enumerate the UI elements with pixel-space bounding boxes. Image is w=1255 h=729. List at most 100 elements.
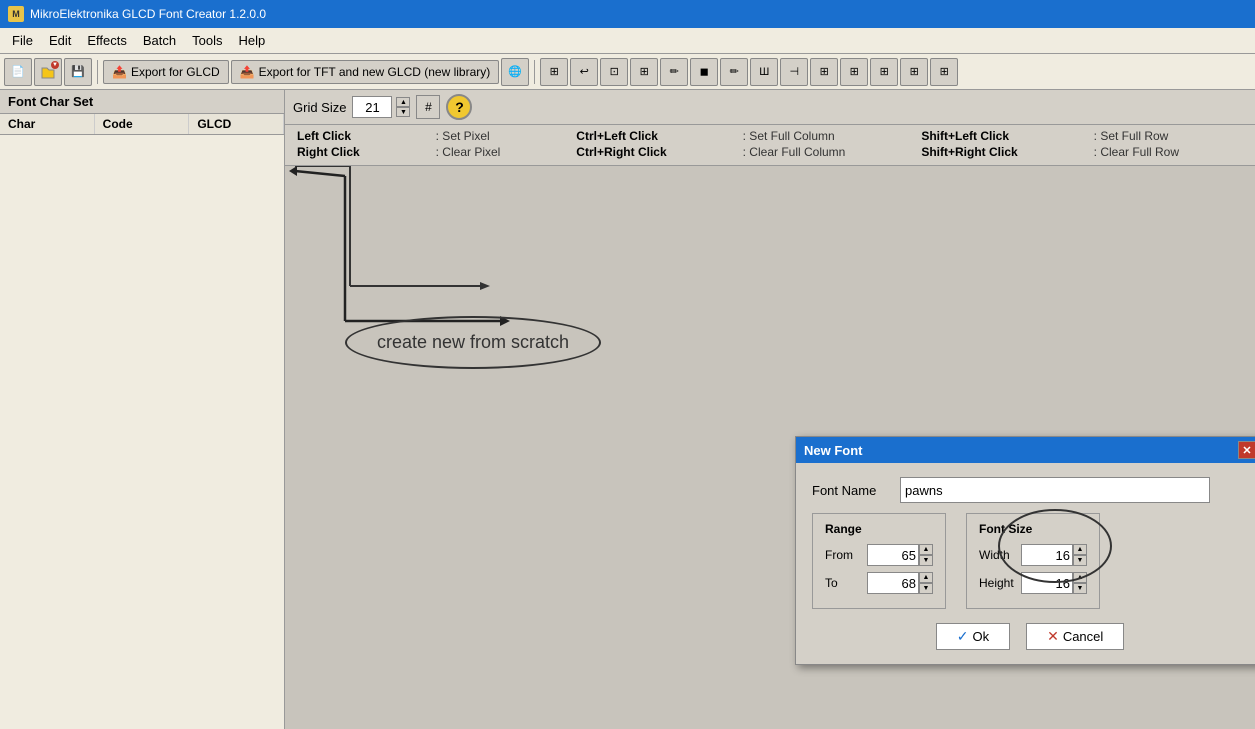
width-row: Width ▲ ▼ [979,544,1087,566]
canvas-area: create new from scratch R A ᗒ C Ᵽ [285,166,1255,729]
dialog-title: New Font [804,443,863,458]
menu-bar: File Edit Effects Batch Tools Help [0,28,1255,54]
from-spin-up[interactable]: ▲ [919,544,933,555]
to-spin-up[interactable]: ▲ [919,572,933,583]
right-click-key: Right Click [297,145,424,159]
toolbar-btn-a[interactable]: ⊞ [540,58,568,86]
from-row: From ▲ ▼ [825,544,933,566]
toolbar-save-btn[interactable]: 💾 [64,58,92,86]
toolbar-btn-g[interactable]: ✏ [720,58,748,86]
toolbar-btn-c[interactable]: ⊡ [600,58,628,86]
toolbar-btn-j[interactable]: ⊞ [810,58,838,86]
col-code: Code [95,114,190,134]
app-title: MikroElektronika GLCD Font Creator 1.2.0… [30,7,266,21]
toolbar-btn-i[interactable]: ⊣ [780,58,808,86]
height-spin-up[interactable]: ▲ [1073,572,1087,583]
right-click-val: : Clear Pixel [436,145,565,159]
font-size-group: Font Size Width ▲ ▼ [966,513,1100,609]
export-tft-icon: 📤 [240,65,255,79]
ok-label: Ok [972,629,989,644]
ctrl-left-val: : Set Full Column [743,129,910,143]
export-glcd-icon: 📤 [112,65,127,79]
height-row: Height ▲ ▼ [979,572,1087,594]
toolbar-btn-l[interactable]: ⊞ [870,58,898,86]
height-spin-down[interactable]: ▼ [1073,583,1087,594]
height-input[interactable] [1021,572,1073,594]
width-spin-up[interactable]: ▲ [1073,544,1087,555]
width-input-container: ▲ ▼ [1021,544,1087,566]
menu-file[interactable]: File [4,31,41,50]
font-name-label: Font Name [812,483,892,498]
menu-help[interactable]: Help [230,31,273,50]
main-layout: Font Char Set Char Code GLCD Grid Size ▲… [0,90,1255,729]
from-spin-down[interactable]: ▼ [919,555,933,566]
from-input[interactable] [867,544,919,566]
menu-tools[interactable]: Tools [184,31,230,50]
title-bar: M MikroElektronika GLCD Font Creator 1.2… [0,0,1255,28]
click-instructions: Left Click : Set Pixel Ctrl+Left Click :… [285,125,1255,166]
ctrl-right-val: : Clear Full Column [743,145,910,159]
col-char: Char [0,114,95,134]
width-input[interactable] [1021,544,1073,566]
ctrl-right-key: Ctrl+Right Click [576,145,730,159]
menu-effects[interactable]: Effects [79,31,135,50]
create-new-bubble: create new from scratch [345,316,601,369]
from-spinner: ▲ ▼ [919,544,933,566]
to-label: To [825,576,861,590]
ok-check-icon: ✓ [957,628,969,645]
toolbar-sep1 [97,60,98,84]
to-input[interactable] [867,572,919,594]
cancel-label: Cancel [1063,629,1103,644]
shift-left-val: : Set Full Row [1094,129,1243,143]
dialog-close-btn[interactable]: ✕ [1238,441,1255,459]
toolbar-btn-f[interactable]: ◼ [690,58,718,86]
dialog-cancel-btn[interactable]: ✕ Cancel [1026,623,1124,650]
dialog-groups: Range From ▲ ▼ [812,513,1248,609]
grid-size-up[interactable]: ▲ [396,97,410,107]
left-panel: Font Char Set Char Code GLCD [0,90,285,729]
grid-size-input[interactable] [352,96,392,118]
left-panel-headers: Char Code GLCD [0,114,284,135]
export-tft-btn[interactable]: 📤 Export for TFT and new GLCD (new libra… [231,60,500,84]
left-panel-title: Font Char Set [0,90,284,114]
to-row: To ▲ ▼ [825,572,933,594]
toolbar-btn-m[interactable]: ⊞ [900,58,928,86]
dialog-body: Font Name Range From [796,463,1255,664]
range-group: Range From ▲ ▼ [812,513,946,609]
height-spinner: ▲ ▼ [1073,572,1087,594]
menu-edit[interactable]: Edit [41,31,79,50]
dialog-buttons: ✓ Ok ✕ Cancel [812,623,1248,650]
menu-batch[interactable]: Batch [135,31,184,50]
left-click-key: Left Click [297,129,424,143]
dialog-title-bar: New Font ✕ [796,437,1255,463]
width-label: Width [979,548,1015,562]
dialog-ok-btn[interactable]: ✓ Ok [936,623,1010,650]
toolbar-globe-btn[interactable]: 🌐 [501,58,529,86]
grid-size-label: Grid Size [293,100,346,115]
toolbar-btn-h[interactable]: Ш [750,58,778,86]
left-click-val: : Set Pixel [436,129,565,143]
grid-size-down[interactable]: ▼ [396,107,410,117]
font-name-input[interactable] [900,477,1210,503]
help-btn[interactable]: ? [446,94,472,120]
width-spin-down[interactable]: ▼ [1073,555,1087,566]
toolbar: 📄 ▼ 💾 📤 Export for GLCD 📤 Export for TFT… [0,54,1255,90]
toolbar-btn-k[interactable]: ⊞ [840,58,868,86]
toolbar-open-btn[interactable]: ▼ [34,58,62,86]
font-name-row: Font Name [812,477,1248,503]
toolbar-btn-b[interactable]: ↩ [570,58,598,86]
from-label: From [825,548,861,562]
from-input-container: ▲ ▼ [867,544,933,566]
to-spin-down[interactable]: ▼ [919,583,933,594]
range-group-title: Range [825,522,933,536]
toolbar-btn-d[interactable]: ⊞ [630,58,658,86]
shift-right-key: Shift+Right Click [921,145,1081,159]
export-glcd-btn[interactable]: 📤 Export for GLCD [103,60,229,84]
toolbar-sep2 [534,60,535,84]
toolbar-btn-e[interactable]: ✏ [660,58,688,86]
grid-hash-btn[interactable]: # [416,95,440,119]
toolbar-btn-n[interactable]: ⊞ [930,58,958,86]
toolbar-new-btn[interactable]: 📄 [4,58,32,86]
ctrl-left-key: Ctrl+Left Click [576,129,730,143]
shift-left-key: Shift+Left Click [921,129,1081,143]
